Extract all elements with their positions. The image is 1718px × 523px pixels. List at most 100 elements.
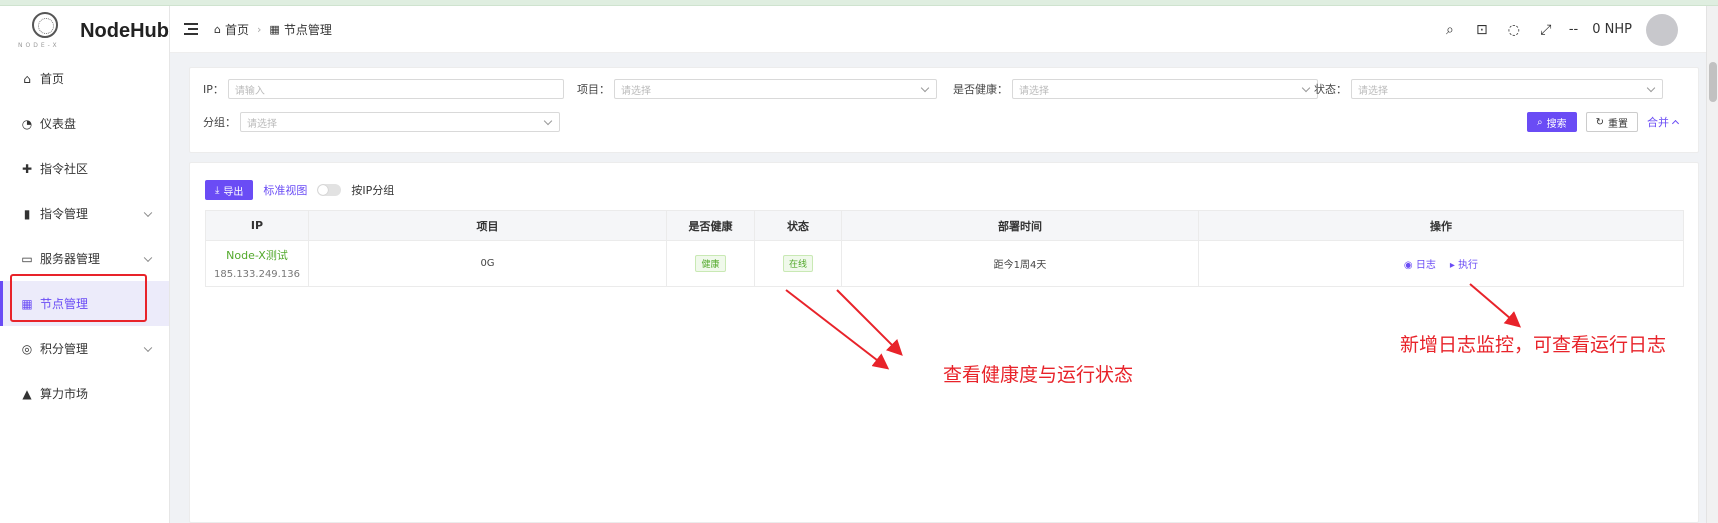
command-icon: ▮ xyxy=(23,206,31,221)
filter-actions: ⌕ 搜索 ↻ 重置 合并 xyxy=(1527,112,1680,132)
eye-icon: ◉ xyxy=(1403,260,1413,271)
cell-healthy: 健康 xyxy=(666,240,755,287)
reset-button[interactable]: ↻ 重置 xyxy=(1585,112,1638,132)
node-name-link[interactable]: Node-X测试 xyxy=(206,247,308,263)
sidebar-item-label: 仪表盘 xyxy=(40,117,77,131)
sidebar-item-home[interactable]: ⌂ 首页 xyxy=(0,56,169,101)
message-icon[interactable]: ◌ xyxy=(1505,21,1523,39)
sidebar: NODE-X NodeHub ⌂ 首页 ◔ 仪表盘 ✚ 指令社区 ▮ 指令管理 … xyxy=(0,6,170,523)
reset-button-label: 重置 xyxy=(1608,118,1628,130)
column-header-deploy-time: 部署时间 xyxy=(841,210,1199,241)
breadcrumb: ⌂ 首页 › ▦ 节点管理 xyxy=(214,21,332,38)
header-actions: ⌕ ⊡ ◌ ⤢ -- 0 NHP xyxy=(1441,6,1678,53)
community-icon: ✚ xyxy=(21,161,33,176)
balance-display: 0 NHP xyxy=(1592,22,1632,37)
table-toolbar: ⤓ 导出 标准视图 按IP分组 xyxy=(205,180,394,200)
translate-icon[interactable]: ⊡ xyxy=(1473,21,1491,39)
ip-placeholder: 请输入 xyxy=(234,85,265,97)
breadcrumb-separator-icon: › xyxy=(257,22,262,36)
sidebar-item-label: 服务器管理 xyxy=(40,252,101,266)
sidebar-item-server-management[interactable]: ▭ 服务器管理 xyxy=(0,236,169,281)
logo-subtext: NODE-X xyxy=(18,42,60,49)
healthy-label: 是否健康： xyxy=(953,83,1008,96)
sidebar-item-label: 指令社区 xyxy=(40,162,89,176)
table-row: Node-X测试 185.133.249.136 0G 健康 在线 距今1周4天… xyxy=(205,240,1684,287)
group-select[interactable]: 请选择 xyxy=(240,112,560,132)
cell-project: 0G xyxy=(308,240,667,287)
execute-button[interactable]: ▸ 执行 xyxy=(1450,256,1478,271)
status-select[interactable]: 请选择 xyxy=(1351,79,1663,99)
grid-icon: ▦ xyxy=(21,296,33,311)
project-label: 项目： xyxy=(577,83,610,96)
sidebar-item-dashboard[interactable]: ◔ 仪表盘 xyxy=(0,101,169,146)
logo-mark-icon: NODE-X xyxy=(16,8,66,54)
play-icon: ▸ xyxy=(1449,260,1455,271)
project-select[interactable]: 请选择 xyxy=(614,79,937,99)
chevron-down-icon xyxy=(1301,83,1311,93)
home-icon: ⌂ xyxy=(23,71,31,86)
sidebar-item-community[interactable]: ✚ 指令社区 xyxy=(0,146,169,191)
logo[interactable]: NODE-X NodeHub xyxy=(0,6,169,56)
fullscreen-icon[interactable]: ⤢ xyxy=(1537,21,1555,39)
download-icon: ⤓ xyxy=(215,184,220,196)
group-by-ip-toggle[interactable] xyxy=(317,184,342,196)
ip-filter: IP： 请输入 xyxy=(203,79,564,99)
sidebar-item-points-management[interactable]: ◎ 积分管理 xyxy=(0,326,169,371)
column-header-project: 项目 xyxy=(308,210,667,241)
chevron-down-icon xyxy=(1646,83,1656,93)
column-header-actions: 操作 xyxy=(1198,210,1684,241)
column-header-healthy: 是否健康 xyxy=(666,210,755,241)
chat-search-icon[interactable]: ⌕ xyxy=(1441,21,1459,39)
node-ip: 185.133.249.136 xyxy=(214,269,300,280)
sidebar-item-label: 指令管理 xyxy=(40,207,89,221)
sidebar-item-label: 算力市场 xyxy=(40,387,89,401)
execute-button-label: 执行 xyxy=(1458,260,1479,271)
group-by-ip-label: 按IP分组 xyxy=(351,184,395,197)
standard-view-link[interactable]: 标准视图 xyxy=(263,182,307,198)
group-label: 分组： xyxy=(203,116,236,129)
sidebar-item-compute-market[interactable]: ▲ 算力市场 xyxy=(0,371,169,416)
export-button-label: 导出 xyxy=(223,186,244,198)
status-placeholder: 请选择 xyxy=(1358,85,1388,97)
healthy-filter: 是否健康： 请选择 xyxy=(953,79,1318,99)
sidebar-item-label: 积分管理 xyxy=(40,342,89,356)
chevron-down-icon xyxy=(920,83,930,93)
status-label: 状态： xyxy=(1314,83,1347,96)
avatar[interactable] xyxy=(1646,13,1678,46)
breadcrumb-current: 节点管理 xyxy=(283,22,332,37)
page-scrollbar[interactable] xyxy=(1706,6,1718,523)
status-badge: 在线 xyxy=(782,255,813,272)
table-header-row: IP 项目 是否健康 状态 部署时间 操作 xyxy=(205,210,1684,241)
cell-status: 在线 xyxy=(754,240,842,287)
search-button[interactable]: ⌕ 搜索 xyxy=(1527,112,1577,132)
server-icon: ▭ xyxy=(21,251,33,266)
healthy-select[interactable]: 请选择 xyxy=(1012,79,1318,99)
export-button[interactable]: ⤓ 导出 xyxy=(205,180,254,200)
top-header: ⌂ 首页 › ▦ 节点管理 ⌕ ⊡ ◌ ⤢ -- 0 NHP xyxy=(170,6,1718,53)
coins-icon: ◎ xyxy=(21,341,33,356)
ip-input[interactable]: 请输入 xyxy=(227,79,564,99)
collapse-button-label: 合并 xyxy=(1647,116,1669,129)
breadcrumb-home[interactable]: 首页 xyxy=(225,21,249,38)
group-placeholder: 请选择 xyxy=(247,118,277,130)
chevron-up-icon xyxy=(1671,119,1680,128)
chevron-down-icon xyxy=(143,343,153,352)
sidebar-item-label: 节点管理 xyxy=(40,297,89,311)
chevron-down-icon xyxy=(143,253,153,262)
log-annotation-note: 新增日志监控，可查看运行日志 xyxy=(1400,334,1667,356)
project-placeholder: 请选择 xyxy=(621,85,651,97)
collapse-button[interactable]: 合并 xyxy=(1647,114,1680,130)
sidebar-menu: ⌂ 首页 ◔ 仪表盘 ✚ 指令社区 ▮ 指令管理 ▭ 服务器管理 ▦ 节点管理 … xyxy=(0,56,169,416)
search-icon: ⌕ xyxy=(1537,116,1543,128)
search-button-label: 搜索 xyxy=(1546,118,1567,130)
sidebar-item-node-management[interactable]: ▦ 节点管理 xyxy=(0,281,169,326)
refresh-icon: ↻ xyxy=(1595,116,1604,128)
healthy-placeholder: 请选择 xyxy=(1019,85,1049,97)
app-name: NodeHub xyxy=(80,19,169,42)
menu-toggle-icon[interactable] xyxy=(184,23,198,35)
health-annotation-note: 查看健康度与运行状态 xyxy=(943,364,1134,386)
log-button[interactable]: ◉ 日志 xyxy=(1404,256,1436,271)
sidebar-item-command-management[interactable]: ▮ 指令管理 xyxy=(0,191,169,236)
shop-icon: ▲ xyxy=(22,386,32,401)
grid-icon: ▦ xyxy=(269,22,280,36)
